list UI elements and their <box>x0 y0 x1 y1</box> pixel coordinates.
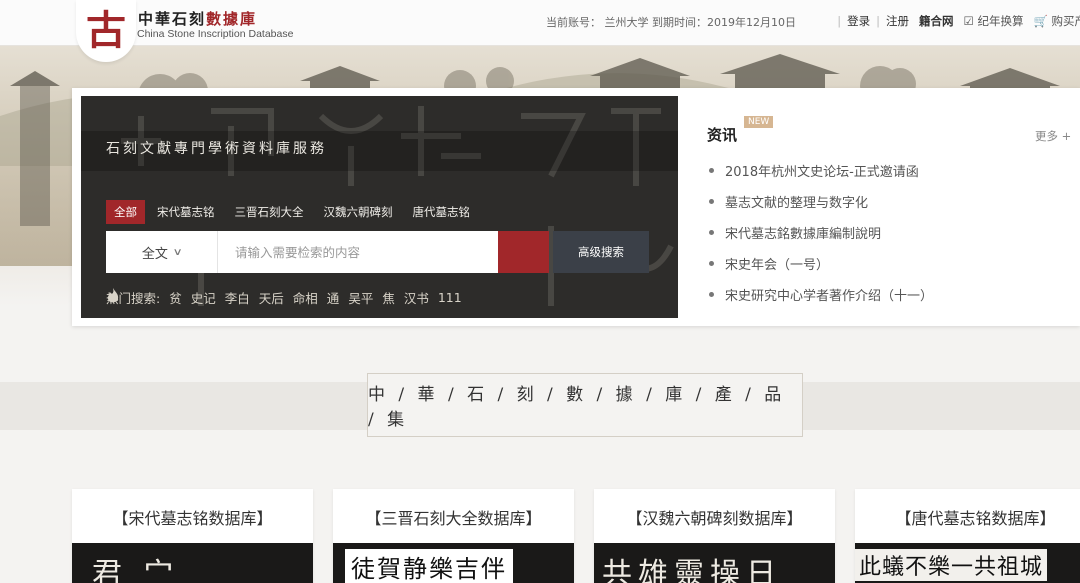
bullet-icon <box>709 199 714 204</box>
hot-term[interactable]: 汉书 <box>404 288 429 307</box>
rubbing-glyphs: 徒賀静樂吉伴 <box>345 549 513 583</box>
hot-term[interactable]: 命相 <box>293 288 318 307</box>
site-title-accent: 數據庫 <box>206 10 258 28</box>
hot-term[interactable]: 天后 <box>259 288 284 307</box>
logo-glyph: 古 <box>86 7 126 54</box>
cart-icon: 🛒 <box>1033 14 1048 28</box>
news-item[interactable]: 2018年杭州文史论坛-正式邀请函 <box>707 161 933 192</box>
news-item-label: 宋代墓志銘數據庫編制說明 <box>725 227 882 242</box>
site-title[interactable]: 中華石刻數據庫 <box>138 8 257 29</box>
calendar-icon: ☑ <box>963 14 974 28</box>
bullet-icon <box>709 230 714 235</box>
service-title: 石刻文獻專門學術資料庫服務 <box>106 141 327 157</box>
bullet-icon <box>709 292 714 297</box>
news-item-label: 2018年杭州文史论坛-正式邀请函 <box>725 165 919 180</box>
news-item-label: 宋史研究中心学者著作介绍（十一） <box>725 289 934 304</box>
jihe-link[interactable]: 籍合网 <box>919 13 954 29</box>
news-item-label: 墓志文献的整理与数字化 <box>725 196 869 211</box>
chevron-down-icon: ∨ <box>172 246 183 258</box>
search-input[interactable] <box>218 231 498 273</box>
search-icon <box>107 232 125 250</box>
new-badge: NEW <box>744 116 774 128</box>
site-title-main: 中華石刻 <box>138 10 207 28</box>
product-card-title: 【三晋石刻大全数据库】 <box>365 509 542 528</box>
top-bar: 中華石刻數據庫 China Stone Inscription Database… <box>0 0 1080 46</box>
hot-term[interactable]: 吴平 <box>348 288 373 307</box>
calendar-convert-link[interactable]: ☑ 纪年换算 <box>964 13 1024 29</box>
rubbing-glyphs: 此蟻不樂一共祖城 <box>855 549 1048 581</box>
hot-term[interactable]: 通 <box>327 288 340 307</box>
hot-term[interactable]: 李白 <box>225 288 250 307</box>
logo[interactable]: 古 <box>76 0 136 62</box>
advanced-search-button[interactable]: 高级搜索 <box>553 231 649 273</box>
calendar-convert-label: 纪年换算 <box>977 14 1024 28</box>
hot-term[interactable]: 焦 <box>382 288 395 307</box>
bullet-icon <box>709 168 714 173</box>
top-links: | 登录 | 注册 籍合网 ☑ 纪年换算 🛒 购买产 <box>831 13 1080 29</box>
tab-sanjin-stone[interactable]: 三晋石刻大全 <box>227 200 312 224</box>
product-card-image: 徒賀静樂吉伴 <box>333 543 574 583</box>
product-card-hanwei[interactable]: 【汉魏六朝碑刻数据库】 共雄靈操日 <box>594 489 835 583</box>
product-card-sanjin[interactable]: 【三晋石刻大全数据库】 徒賀静樂吉伴 <box>333 489 574 583</box>
news-list: 2018年杭州文史论坛-正式邀请函 墓志文献的整理与数字化 宋代墓志銘數據庫編制… <box>707 161 933 316</box>
search-scope-value: 全文 <box>141 246 168 262</box>
register-link[interactable]: 注册 <box>886 13 909 29</box>
products-heading: 中 / 華 / 石 / 刻 / 數 / 據 / 庫 / 產 / 品 / 集 <box>368 385 786 430</box>
flame-icon <box>107 288 119 303</box>
search-panel: 石刻文獻專門學術資料庫服務 全部 宋代墓志铭 三晋石刻大全 汉魏六朝碑刻 唐代墓… <box>72 88 1080 326</box>
products-heading-box: 中 / 華 / 石 / 刻 / 數 / 據 / 庫 / 產 / 品 / 集 <box>367 373 803 437</box>
news-item[interactable]: 宋史年会（一号） <box>707 254 933 285</box>
hot-term[interactable]: 111 <box>438 290 462 305</box>
rubbing-glyphs: 君 宀 <box>92 557 180 583</box>
stone-rubbing-background: 石刻文獻專門學術資料庫服務 全部 宋代墓志铭 三晋石刻大全 汉魏六朝碑刻 唐代墓… <box>81 96 678 318</box>
tab-song-epitaphs[interactable]: 宋代墓志铭 <box>149 200 223 224</box>
buy-label: 购买产 <box>1051 14 1080 28</box>
product-card-image: 君 宀 <box>72 543 313 583</box>
news-more-link[interactable]: 更多 + <box>1035 128 1071 144</box>
search-button[interactable] <box>107 231 549 273</box>
news-item[interactable]: 墓志文献的整理与数字化 <box>707 192 933 223</box>
site-subtitle: China Stone Inscription Database <box>137 28 294 40</box>
product-card-image: 共雄靈操日 <box>594 543 835 583</box>
product-card-title: 【汉魏六朝碑刻数据库】 <box>626 509 803 528</box>
tab-tang-epitaphs[interactable]: 唐代墓志铭 <box>405 200 479 224</box>
database-tabs: 全部 宋代墓志铭 三晋石刻大全 汉魏六朝碑刻 唐代墓志铭 <box>106 200 482 224</box>
bullet-icon <box>709 261 714 266</box>
tab-all[interactable]: 全部 <box>106 200 145 224</box>
product-card-tang[interactable]: 【唐代墓志铭数据库】 此蟻不樂一共祖城 <box>855 489 1080 583</box>
account-info: 当前账号： 兰州大学 到期时间：2019年12月10日 <box>546 16 796 29</box>
product-card-title: 【唐代墓志铭数据库】 <box>895 509 1056 528</box>
login-link[interactable]: 登录 <box>847 13 870 29</box>
tab-hanwei-steles[interactable]: 汉魏六朝碑刻 <box>316 200 401 224</box>
hot-term[interactable]: 贫 <box>169 288 182 307</box>
product-card-image: 此蟻不樂一共祖城 <box>855 543 1080 583</box>
news-item[interactable]: 宋史研究中心学者著作介绍（十一） <box>707 285 933 316</box>
hot-searches: 热门搜索: 贫 史记 李白 天后 命相 通 吴平 焦 汉书 111 <box>106 288 462 307</box>
news-item[interactable]: 宋代墓志銘數據庫編制說明 <box>707 223 933 254</box>
product-card-song[interactable]: 【宋代墓志铭数据库】 君 宀 <box>72 489 313 583</box>
buy-link[interactable]: 🛒 购买产 <box>1034 13 1080 29</box>
product-card-title: 【宋代墓志铭数据库】 <box>112 509 273 528</box>
rubbing-glyphs: 共雄靈操日 <box>602 557 782 583</box>
news-item-label: 宋史年会（一号） <box>725 258 830 273</box>
search-bar: 全文 ∨ 高级搜索 <box>106 231 649 273</box>
news-heading: 资讯 <box>707 126 738 144</box>
hot-term[interactable]: 史记 <box>191 288 216 307</box>
